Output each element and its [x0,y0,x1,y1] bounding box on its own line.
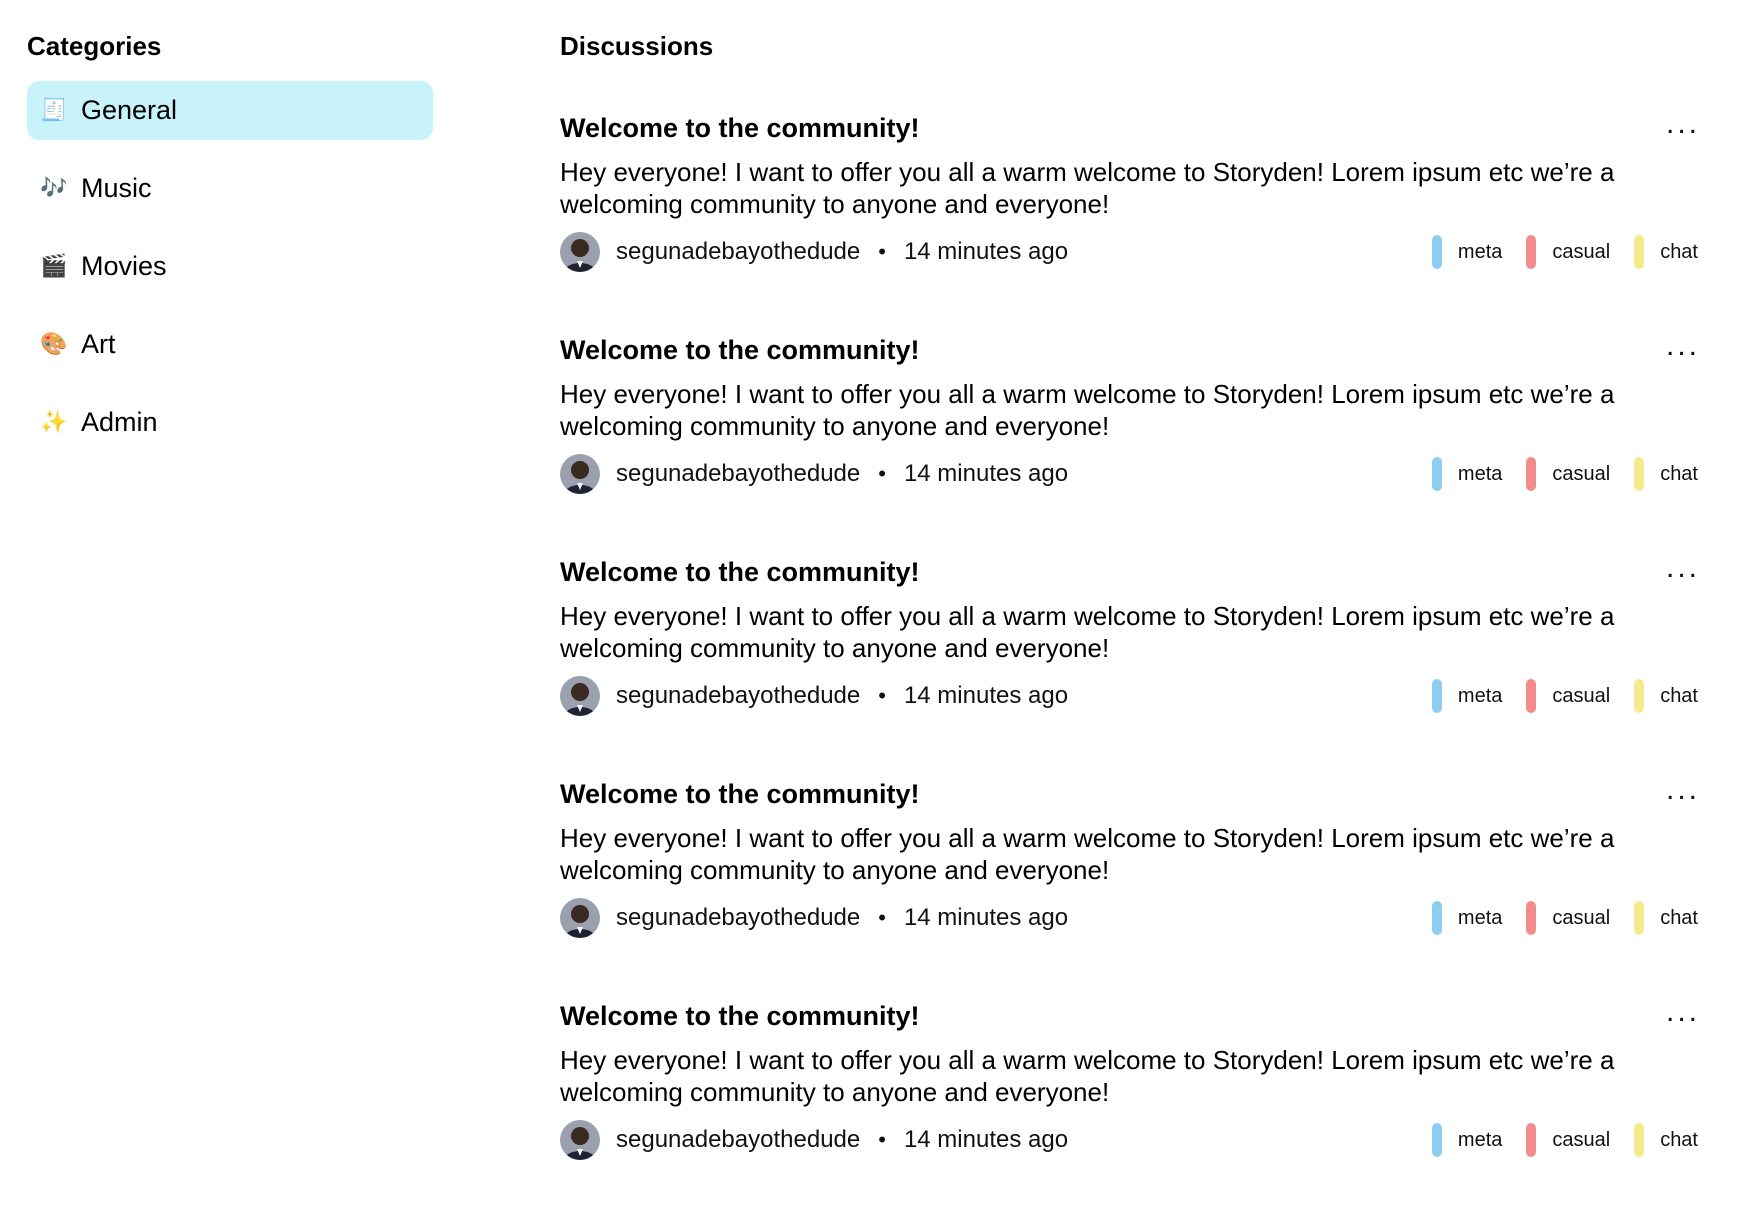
category-item-admin[interactable]: ✨ Admin [27,393,433,452]
category-list: 🧾 General 🎶 Music 🎬 Movies 🎨 Art ✨ Admin [27,81,433,452]
thread-title[interactable]: Welcome to the community! [560,554,920,590]
tag-label: casual [1552,1128,1611,1151]
category-item-movies[interactable]: 🎬 Movies [27,237,433,296]
thread-title[interactable]: Welcome to the community! [560,998,920,1034]
category-label: General [81,95,178,125]
tag-color-pill [1634,1123,1645,1157]
thread-title[interactable]: Welcome to the community! [560,332,920,368]
more-options-icon[interactable]: ... [1666,553,1700,583]
more-options-icon[interactable]: ... [1666,775,1700,805]
tag-color-pill [1431,1123,1442,1157]
more-options-icon[interactable]: ... [1666,997,1700,1027]
tag-casual[interactable]: casual [1526,1123,1610,1157]
category-label: Music [81,173,152,203]
thread-item[interactable]: Welcome to the community! ... Hey everyo… [560,914,1710,1160]
receipt-icon: 🧾 [40,98,68,123]
tag-label: meta [1457,1128,1503,1151]
category-item-general[interactable]: 🧾 General [27,81,433,140]
category-label: Admin [81,407,158,437]
thread-excerpt: Hey everyone! I want to offer you all a … [560,379,1615,441]
more-options-icon[interactable]: ... [1666,109,1700,139]
categories-heading: Categories [27,31,162,61]
tag-chat[interactable]: chat [1634,1123,1698,1157]
sparkles-icon: ✨ [40,410,68,435]
meta-separator: • [878,1127,886,1152]
tag-meta[interactable]: meta [1431,1123,1503,1157]
thread-excerpt: Hey everyone! I want to offer you all a … [560,1045,1615,1107]
post-time: 14 minutes ago [903,1126,1069,1153]
thread-item[interactable]: Welcome to the community! ... Hey everyo… [560,470,1710,716]
more-options-icon[interactable]: ... [1666,331,1700,361]
thread-item[interactable]: Welcome to the community! ... Hey everyo… [560,26,1710,272]
category-item-music[interactable]: 🎶 Music [27,159,433,218]
thread-excerpt: Hey everyone! I want to offer you all a … [560,823,1615,885]
thread-title[interactable]: Welcome to the community! [560,110,920,146]
category-label: Art [81,329,116,359]
thread-excerpt: Hey everyone! I want to offer you all a … [560,601,1615,663]
user-avatar[interactable] [560,1120,600,1160]
thread-title[interactable]: Welcome to the community! [560,776,920,812]
clapperboard-icon: 🎬 [40,254,68,279]
tag-list: meta casual chat [1431,1123,1698,1157]
palette-icon: 🎨 [40,332,68,357]
category-item-art[interactable]: 🎨 Art [27,315,433,374]
music-notes-icon: 🎶 [40,176,68,201]
thread-item[interactable]: Welcome to the community! ... Hey everyo… [560,248,1710,494]
category-label: Movies [81,251,167,281]
tag-label: chat [1660,1128,1698,1151]
thread-meta: segunadebayothedude • 14 minutes ago met… [560,1120,1710,1160]
discussions-panel: Discussions Welcome to the community! ..… [560,26,1710,1160]
thread-item[interactable]: Welcome to the community! ... Hey everyo… [560,692,1710,938]
author-name[interactable]: segunadebayothedude [616,1126,860,1154]
categories-sidebar: Categories 🧾 General 🎶 Music 🎬 Movies 🎨 … [27,26,433,452]
tag-color-pill [1526,1123,1537,1157]
thread-excerpt: Hey everyone! I want to offer you all a … [560,157,1615,219]
